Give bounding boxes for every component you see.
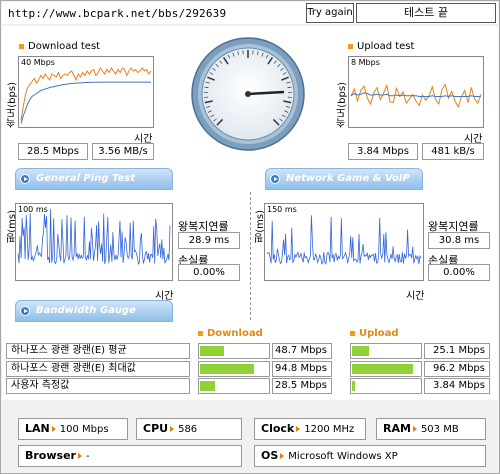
gauge-download-header: Download — [198, 328, 263, 339]
ping1-graph: 100 ms — [15, 203, 173, 281]
arrow-icon — [280, 452, 285, 459]
ping-line — [266, 215, 422, 265]
test-status: 테스트 끝 — [356, 3, 496, 23]
gauge-up-fill — [352, 381, 355, 391]
ping2-graph: 150 ms — [264, 203, 424, 281]
upload-mbps: 3.84 Mbps — [348, 143, 418, 160]
ping2-rtt: 30.8 ms — [428, 232, 490, 249]
ping2-loss: 0.00% — [428, 264, 490, 281]
ping1-loss: 0.00% — [178, 264, 240, 281]
gauge-up-bar — [350, 361, 422, 377]
os-info: OS Microsoft Windows XP — [254, 445, 486, 467]
download-instant-line — [20, 67, 152, 121]
gauge-upload-header: Upload — [350, 328, 398, 339]
gauge-down-bar — [198, 343, 270, 359]
clock-info: Clock 1200 MHz — [254, 418, 366, 440]
upload-title: Upload test — [348, 41, 414, 52]
download-chart — [20, 67, 152, 124]
ram-info: RAM 503 MB — [376, 418, 486, 440]
arrow-icon — [77, 452, 82, 459]
download-mbps: 28.5 Mbps — [18, 143, 88, 160]
gauge-up-fill — [352, 346, 369, 356]
ping1-chart — [17, 208, 171, 265]
cpu-info: CPU 586 — [136, 418, 242, 440]
ping2-chart — [266, 215, 422, 265]
gauge-down-bar — [198, 378, 270, 394]
download-title: Download test — [19, 41, 100, 52]
gauge-row-label: 하나포스 광랜 광랜(E) 최대값 — [6, 361, 190, 377]
try-again-button[interactable]: Try again — [306, 3, 354, 23]
play-icon — [20, 174, 30, 184]
gauge-up-value: 96.2 Mbps — [424, 361, 490, 377]
speed-gauge — [191, 37, 305, 151]
gauge-down-bar — [198, 361, 270, 377]
download-bullet-icon — [19, 43, 24, 49]
play-icon — [270, 174, 280, 184]
download-graph: 40 Mbps — [18, 56, 154, 128]
ping2-xlabel: 시간 — [406, 291, 425, 302]
gauge-up-bar — [350, 343, 422, 359]
upload-kbs: 481 kB/s — [422, 143, 484, 160]
download-average-line — [20, 81, 151, 124]
gauge-down-value: 48.7 Mbps — [272, 343, 332, 359]
gauge-row-label: 사용자 측정값 — [6, 378, 190, 394]
upload-bullet-icon — [350, 330, 355, 336]
gauge-down-fill — [200, 381, 215, 391]
gauge-up-value: 25.1 Mbps — [424, 343, 490, 359]
ping-line — [17, 208, 171, 265]
tab-general-ping[interactable]: General Ping Test — [15, 168, 173, 190]
play-icon — [20, 306, 30, 316]
arrow-icon — [51, 425, 56, 432]
download-bullet-icon — [198, 330, 203, 336]
download-mbs: 3.56 MB/s — [92, 143, 154, 160]
tab-bandwidth-gauge[interactable]: Bandwidth Gauge — [15, 300, 173, 322]
lan-info: LAN 100 Mbps — [18, 418, 128, 440]
arrow-icon — [412, 425, 417, 432]
gauge-up-value: 3.84 Mbps — [424, 378, 490, 394]
upload-chart — [350, 83, 482, 109]
gauge-down-fill — [200, 346, 225, 356]
gauge-down-value: 28.5 Mbps — [272, 378, 332, 394]
gauge-down-value: 94.8 Mbps — [272, 361, 332, 377]
upload-bullet-icon — [348, 43, 353, 49]
arrow-icon — [296, 425, 301, 432]
upload-graph: 8 Mbps — [348, 56, 484, 128]
browser-info: Browser - — [18, 445, 242, 467]
section-divider — [250, 192, 251, 320]
gauge-up-fill — [352, 364, 414, 374]
gauge-down-fill — [200, 364, 255, 374]
arrow-icon — [170, 425, 175, 432]
page-url: http://www.bcpark.net/bbs/292639 — [8, 7, 227, 20]
ping1-rtt: 28.9 ms — [178, 232, 240, 249]
gauge-up-bar — [350, 378, 422, 394]
tab-network-game[interactable]: Network Game & VoIP Test — [265, 168, 423, 204]
gauge-row-label: 하나포스 광랜 광랜(E) 평균 — [6, 343, 190, 359]
